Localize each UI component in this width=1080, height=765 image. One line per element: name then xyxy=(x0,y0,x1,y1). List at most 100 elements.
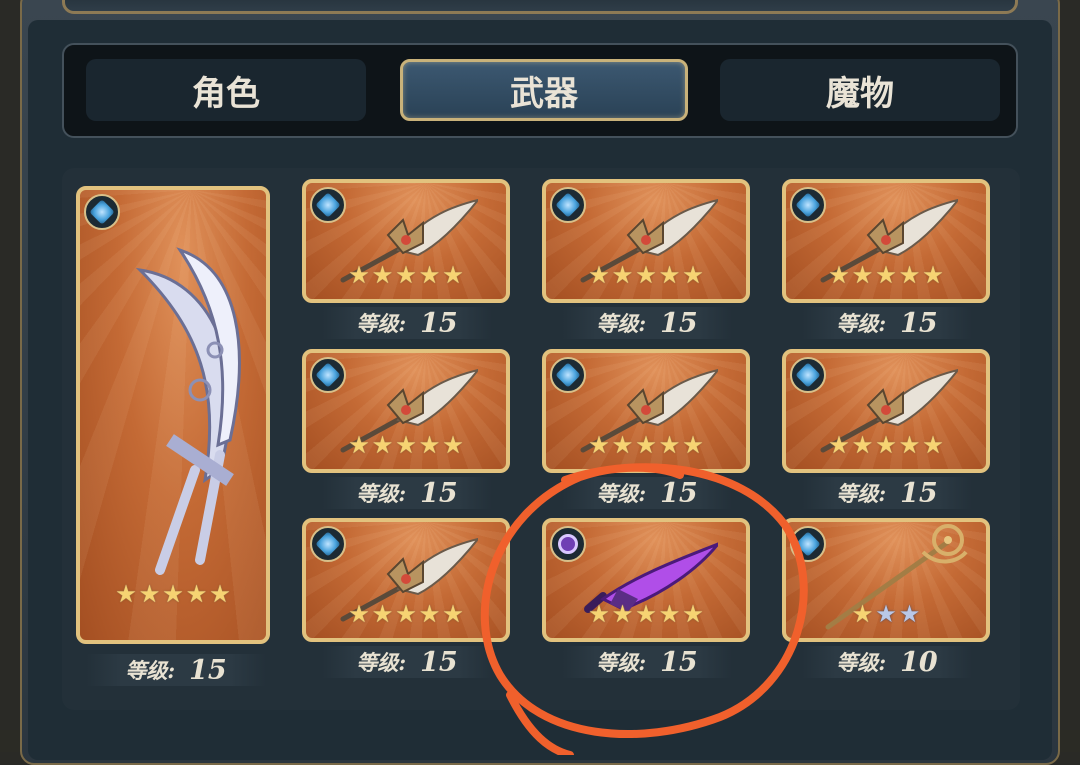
star-icon: ★ xyxy=(371,431,394,459)
twin-scythe-icon xyxy=(135,247,241,575)
weapon-card[interactable]: ★ ★ ★ ★ ★ xyxy=(542,349,750,473)
tab-monsters[interactable]: 魔物 xyxy=(720,59,1000,121)
star-icon: ★ xyxy=(371,600,394,628)
level-value: 15 xyxy=(189,654,227,686)
star-icon: ★ xyxy=(611,600,634,628)
star-rating: ★ ★ ★ ★ ★ xyxy=(306,602,506,626)
level-label: 等级: xyxy=(596,481,647,506)
star-rating: ★ ★ ★ ★ ★ xyxy=(306,433,506,457)
star-icon: ★ xyxy=(442,600,464,628)
level-value: 15 xyxy=(660,646,698,678)
weapon-card[interactable]: ★ ★ ★ ★ ★ xyxy=(302,349,510,473)
weapon-level: 等级: 15 xyxy=(322,307,492,339)
star-icon: ★ xyxy=(138,580,161,608)
weapon-level: 等级: 10 xyxy=(802,646,972,678)
level-value: 15 xyxy=(420,307,458,339)
weapon-level: 等级: 15 xyxy=(802,307,972,339)
star-icon: ★ xyxy=(828,261,850,289)
weapon-card[interactable]: ★ ★ ★ xyxy=(782,518,990,642)
star-rating: ★ ★ ★ ★ ★ xyxy=(786,433,986,457)
star-icon: ★ xyxy=(828,431,850,459)
level-value: 10 xyxy=(900,646,938,678)
weapon-level: 等级: 15 xyxy=(562,646,732,678)
level-value: 15 xyxy=(900,477,938,509)
star-icon: ★ xyxy=(635,600,657,628)
star-icon: ★ xyxy=(635,431,657,459)
weapon-card[interactable]: ★ ★ ★ ★ ★ xyxy=(302,518,510,642)
star-icon: ★ xyxy=(658,600,681,628)
star-icon: ★ xyxy=(635,261,657,289)
star-icon: ★ xyxy=(371,261,394,289)
star-icon: ★ xyxy=(442,431,464,459)
star-icon: ★ xyxy=(898,600,921,628)
star-icon: ★ xyxy=(418,431,441,459)
weapon-level: 等级: 15 xyxy=(562,477,732,509)
star-icon: ★ xyxy=(209,580,231,608)
star-icon: ★ xyxy=(588,600,610,628)
tab-characters[interactable]: 角色 xyxy=(86,59,366,121)
star-icon: ★ xyxy=(922,431,944,459)
star-icon: ★ xyxy=(611,261,634,289)
star-rating: ★ ★ ★ xyxy=(786,602,986,626)
star-rating: ★ ★ ★ ★ ★ xyxy=(786,263,986,287)
star-icon: ★ xyxy=(875,431,897,459)
level-value: 15 xyxy=(660,477,698,509)
featured-level: 等级: 15 xyxy=(86,654,266,686)
featured-weapon-card[interactable]: ★ ★ ★ ★ ★ xyxy=(76,186,270,644)
star-icon: ★ xyxy=(682,261,704,289)
weapon-level: 等级: 15 xyxy=(562,307,732,339)
star-icon: ★ xyxy=(162,580,184,608)
star-icon: ★ xyxy=(898,431,921,459)
featured-star-rating: ★ ★ ★ ★ ★ xyxy=(80,582,266,606)
star-icon: ★ xyxy=(851,261,874,289)
star-icon: ★ xyxy=(348,600,370,628)
water-element-icon xyxy=(84,194,120,230)
star-rating: ★ ★ ★ ★ ★ xyxy=(306,263,506,287)
star-icon: ★ xyxy=(395,600,417,628)
level-label: 等级: xyxy=(356,311,407,336)
level-value: 15 xyxy=(660,307,698,339)
star-icon: ★ xyxy=(682,600,704,628)
top-banner xyxy=(62,0,1018,14)
star-icon: ★ xyxy=(898,261,921,289)
star-icon: ★ xyxy=(682,431,704,459)
weapon-level: 等级: 15 xyxy=(322,477,492,509)
level-label: 等级: xyxy=(596,650,647,675)
level-label: 等级: xyxy=(836,650,887,675)
star-icon: ★ xyxy=(395,431,417,459)
star-icon: ★ xyxy=(348,261,370,289)
level-value: 15 xyxy=(900,307,938,339)
star-icon: ★ xyxy=(185,580,208,608)
star-icon: ★ xyxy=(875,261,897,289)
star-icon: ★ xyxy=(348,431,370,459)
category-tab-bar: 角色 武器 魔物 xyxy=(62,43,1018,138)
star-icon: ★ xyxy=(611,431,634,459)
weapon-card[interactable]: ★ ★ ★ ★ ★ xyxy=(782,349,990,473)
star-icon: ★ xyxy=(851,600,874,628)
star-icon: ★ xyxy=(418,600,441,628)
star-icon: ★ xyxy=(115,580,137,608)
star-icon: ★ xyxy=(395,261,417,289)
star-icon: ★ xyxy=(588,261,610,289)
level-value: 15 xyxy=(420,646,458,678)
level-label: 等级: xyxy=(356,481,407,506)
level-label: 等级: xyxy=(356,650,407,675)
star-icon: ★ xyxy=(922,261,944,289)
weapon-card[interactable]: ★ ★ ★ ★ ★ xyxy=(782,179,990,303)
level-label: 等级: xyxy=(836,481,887,506)
tab-weapons[interactable]: 武器 xyxy=(400,59,688,121)
weapon-card[interactable]: ★ ★ ★ ★ ★ xyxy=(542,518,750,642)
star-icon: ★ xyxy=(851,431,874,459)
star-icon: ★ xyxy=(418,261,441,289)
star-rating: ★ ★ ★ ★ ★ xyxy=(546,602,746,626)
star-icon: ★ xyxy=(588,431,610,459)
weapon-card[interactable]: ★ ★ ★ ★ ★ xyxy=(542,179,750,303)
weapon-level: 等级: 15 xyxy=(322,646,492,678)
level-label: 等级: xyxy=(836,311,887,336)
star-icon: ★ xyxy=(658,261,681,289)
level-label: 等级: xyxy=(596,311,647,336)
weapon-card[interactable]: ★ ★ ★ ★ ★ xyxy=(302,179,510,303)
star-rating: ★ ★ ★ ★ ★ xyxy=(546,263,746,287)
star-icon: ★ xyxy=(875,600,897,628)
star-rating: ★ ★ ★ ★ ★ xyxy=(546,433,746,457)
